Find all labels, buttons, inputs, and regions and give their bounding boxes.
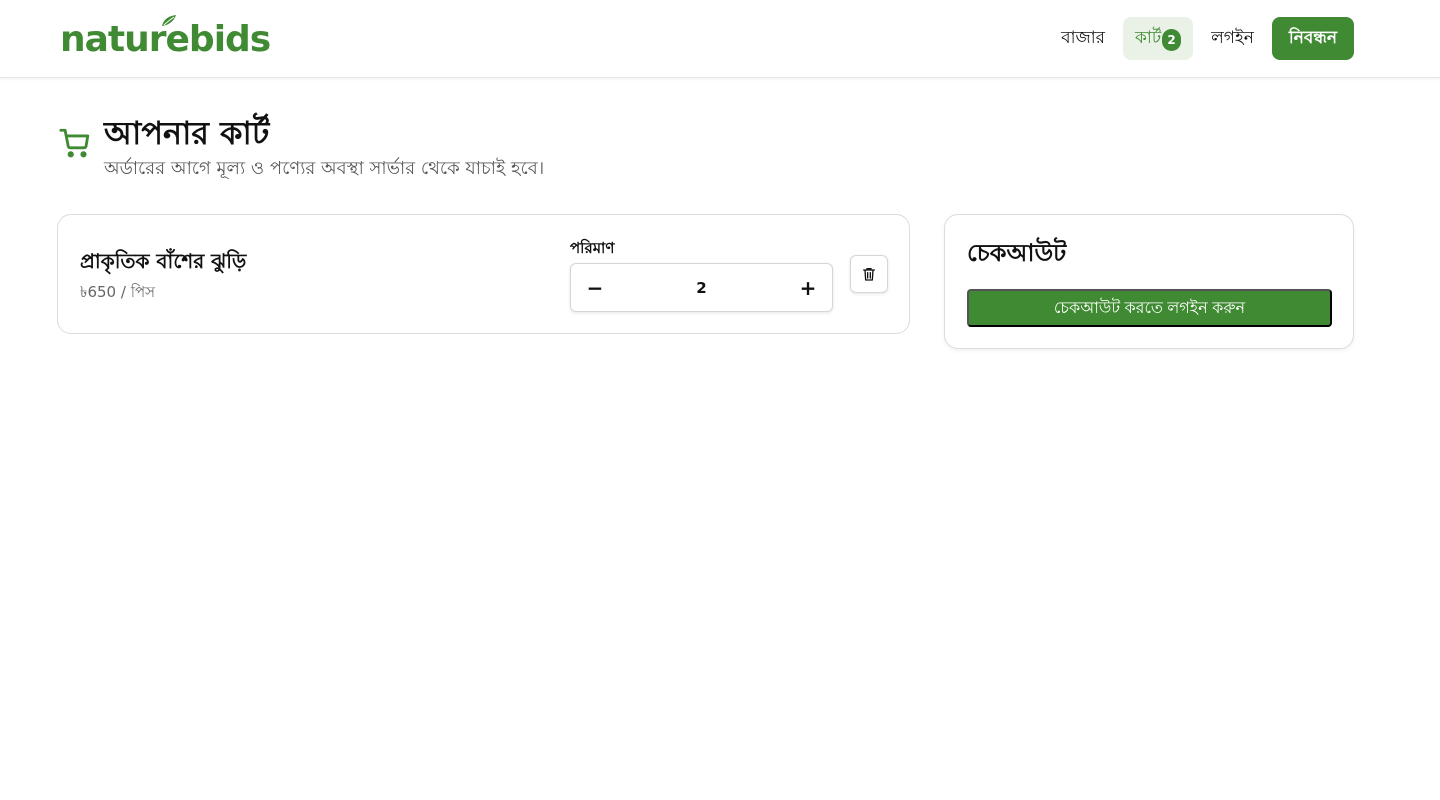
quantity-value[interactable]: 2 xyxy=(696,279,706,297)
increase-quantity-button[interactable]: + xyxy=(784,264,832,311)
nav-cart-label: কার্ট xyxy=(1135,27,1162,48)
top-navbar: naturebids বাজার কার্ট 2 লগইন নিবন্ধন xyxy=(0,0,1440,78)
cart-item-card: প্রাকৃতিক বাঁশের ঝুড়ি ৳650 / পিস পরিমাণ… xyxy=(57,214,910,334)
cart-count-badge: 2 xyxy=(1162,28,1182,51)
item-name: প্রাকৃতিক বাঁশের ঝুড়ি xyxy=(80,249,247,273)
cart-icon xyxy=(59,128,90,158)
quantity-label: পরিমাণ xyxy=(570,239,615,257)
nav-cart[interactable]: কার্ট 2 xyxy=(1123,17,1194,60)
item-price: ৳650 / পিস xyxy=(80,283,156,301)
register-button[interactable]: নিবন্ধন xyxy=(1271,17,1354,60)
login-to-checkout-button[interactable]: চেকআউট করতে লগইন করুন xyxy=(967,289,1332,327)
trash-icon xyxy=(863,268,875,281)
decrease-quantity-button[interactable]: − xyxy=(571,264,619,311)
nav-login[interactable]: লগইন xyxy=(1199,17,1266,60)
brand-logo[interactable]: naturebids xyxy=(60,15,271,64)
nav-market[interactable]: বাজার xyxy=(1049,17,1117,60)
checkout-title: চেকআউট xyxy=(967,239,1067,267)
remove-item-button[interactable] xyxy=(850,255,888,293)
checkout-panel: চেকআউট চেকআউট করতে লগইন করুন xyxy=(944,214,1354,349)
main-nav: বাজার কার্ট 2 লগইন নিবন্ধন xyxy=(1043,17,1354,60)
quantity-stepper: − 2 + xyxy=(570,263,833,312)
leaf-icon xyxy=(162,15,176,26)
page-subtitle: অর্ডারের আগে মূল্য ও পণ্যের অবস্থা সার্ভ… xyxy=(104,158,545,179)
